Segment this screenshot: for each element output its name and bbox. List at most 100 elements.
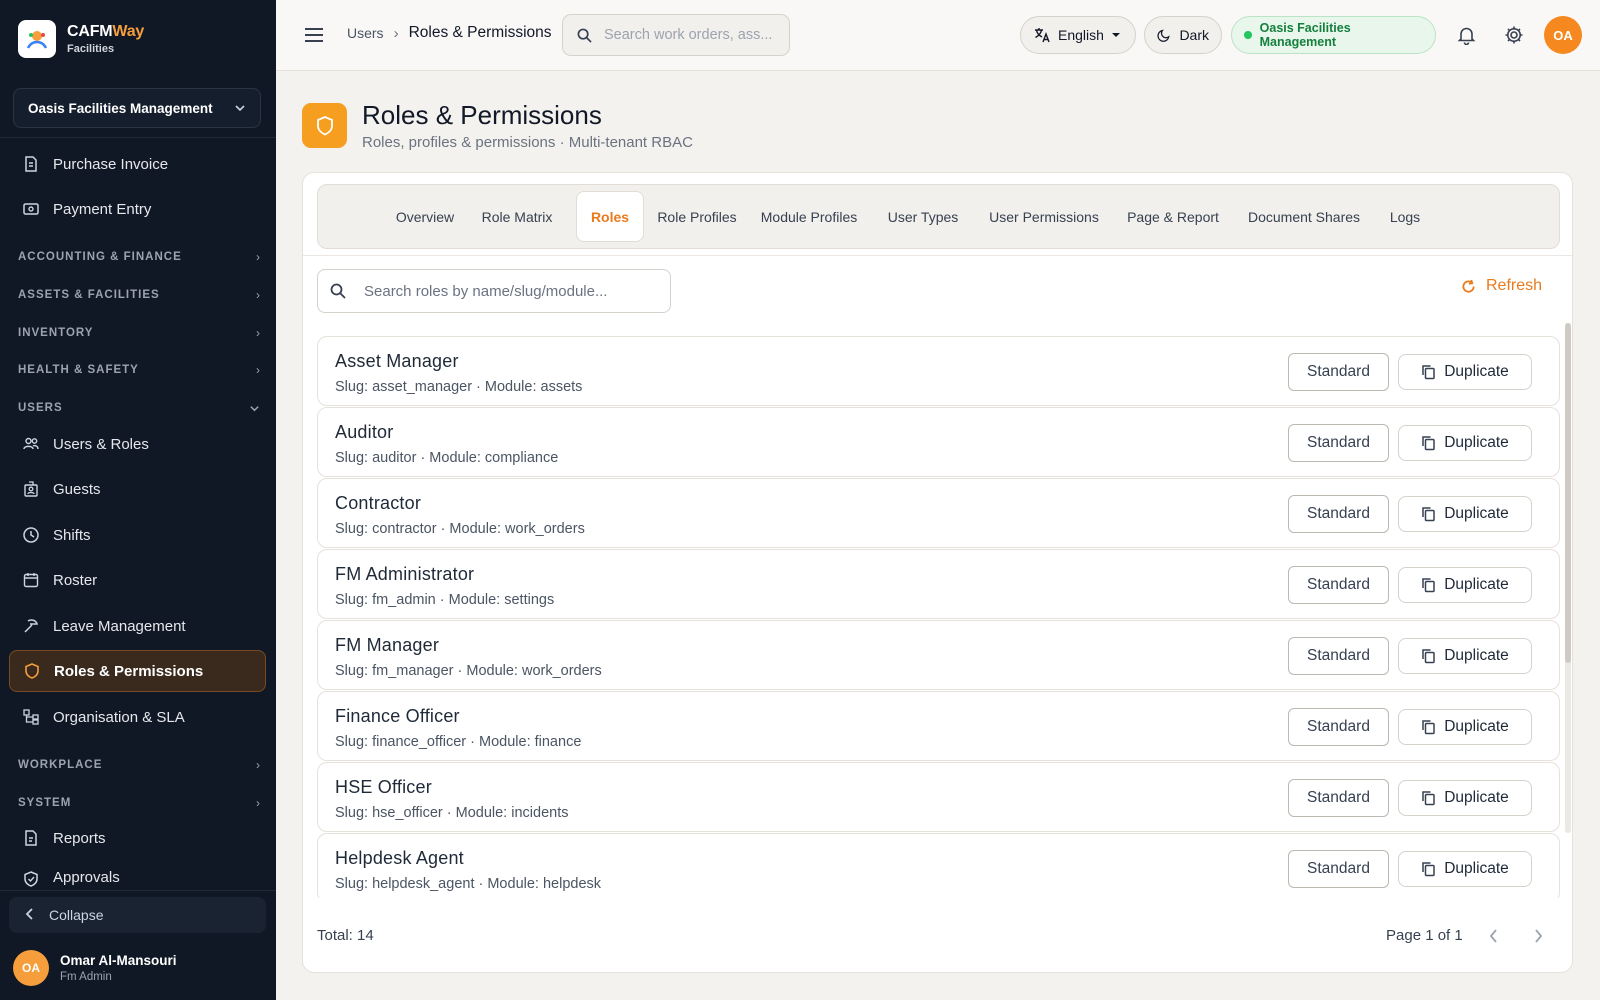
tab-overview[interactable]: Overview	[386, 191, 464, 242]
gear-icon[interactable]	[1503, 24, 1525, 46]
chevron-left-icon	[1489, 929, 1497, 943]
duplicate-button[interactable]: Duplicate	[1398, 709, 1532, 745]
roles-list-scrollbar[interactable]	[1565, 323, 1571, 833]
sidebar-section-health-safety[interactable]: HEALTH & SAFETY ›	[18, 360, 260, 380]
page-shield-icon	[302, 103, 347, 148]
chevron-right-icon: ›	[256, 363, 260, 377]
sidebar-item-guests[interactable]: Guests	[9, 468, 266, 510]
tab-document-shares[interactable]: Document Shares	[1240, 191, 1368, 242]
standard-button[interactable]: Standard	[1288, 708, 1389, 746]
sidebar-section-users[interactable]: USERS	[18, 398, 260, 418]
list-item[interactable]: Auditor Slug: auditor · Module: complian…	[317, 407, 1560, 477]
standard-button[interactable]: Standard	[1288, 850, 1389, 888]
sidebar-item-approvals[interactable]: Approvals	[9, 863, 266, 889]
clock-icon	[21, 525, 41, 545]
collapse-button[interactable]: Collapse	[9, 897, 266, 933]
tab-module-profiles[interactable]: Module Profiles	[754, 191, 864, 242]
sidebar-section-inventory[interactable]: INVENTORY ›	[18, 323, 260, 343]
tab-roles[interactable]: Roles	[576, 191, 644, 242]
brand-name: CAFM	[67, 22, 113, 40]
sidebar-section-assets[interactable]: ASSETS & FACILITIES ›	[18, 285, 260, 305]
breadcrumb-users[interactable]: Users	[347, 25, 384, 41]
refresh-button[interactable]: Refresh	[1461, 277, 1542, 295]
list-item[interactable]: FM Administrator Slug: fm_admin · Module…	[317, 549, 1560, 619]
duplicate-label: Duplicate	[1444, 647, 1509, 664]
tab-bar: Overview Role Matrix Roles Role Profiles…	[317, 184, 1560, 249]
role-meta: Slug: contractor · Module: work_orders	[335, 521, 585, 537]
tab-page-report[interactable]: Page & Report	[1121, 191, 1225, 242]
brand-sub: Facilities	[67, 42, 115, 55]
language-select[interactable]: English	[1020, 16, 1136, 54]
sidebar-item-roles-permissions[interactable]: Roles & Permissions	[9, 650, 266, 692]
invoice-icon	[21, 154, 41, 174]
sidebar-item-reports[interactable]: Reports	[9, 817, 266, 859]
refresh-icon	[1462, 279, 1475, 293]
role-meta: Slug: hse_officer · Module: incidents	[335, 805, 569, 821]
list-item[interactable]: Helpdesk Agent Slug: helpdesk_agent · Mo…	[317, 833, 1560, 898]
sidebar-item-shifts[interactable]: Shifts	[9, 514, 266, 556]
sidebar-section-workplace[interactable]: WORKPLACE ›	[18, 755, 260, 775]
list-item[interactable]: Finance Officer Slug: finance_officer · …	[317, 691, 1560, 761]
standard-button[interactable]: Standard	[1288, 779, 1389, 817]
roles-search-input[interactable]: Search roles by name/slug/module...	[317, 269, 671, 313]
duplicate-button[interactable]: Duplicate	[1398, 851, 1532, 887]
sidebar-item-users-roles[interactable]: Users & Roles	[9, 423, 266, 465]
users-icon	[21, 434, 41, 454]
sidebar-item-organisation-sla[interactable]: Organisation & SLA	[9, 696, 266, 738]
list-item[interactable]: Asset Manager Slug: asset_manager · Modu…	[317, 336, 1560, 406]
sidebar-item-label: Leave Management	[53, 617, 186, 635]
sidebar-item-label: Payment Entry	[53, 200, 152, 218]
list-item[interactable]: HSE Officer Slug: hse_officer · Module: …	[317, 762, 1560, 832]
scrollbar-thumb[interactable]	[1565, 323, 1571, 663]
tab-user-types[interactable]: User Types	[882, 191, 964, 242]
sidebar-section-accounting[interactable]: ACCOUNTING & FINANCE ›	[18, 247, 260, 267]
copy-icon	[1422, 720, 1435, 735]
duplicate-button[interactable]: Duplicate	[1398, 567, 1532, 603]
user-name: Omar Al-Mansouri	[60, 953, 177, 968]
brand-name-accent: Way	[112, 22, 145, 40]
standard-button[interactable]: Standard	[1288, 424, 1389, 462]
prev-page-button[interactable]	[1482, 925, 1504, 947]
duplicate-button[interactable]: Duplicate	[1398, 780, 1532, 816]
topbar: Users › Roles & Permissions Search work …	[276, 0, 1600, 71]
duplicate-button[interactable]: Duplicate	[1398, 496, 1532, 532]
sidebar-divider	[0, 890, 276, 891]
standard-button[interactable]: Standard	[1288, 637, 1389, 675]
org-badge[interactable]: Oasis Facilities Management	[1231, 16, 1436, 54]
list-item[interactable]: FM Manager Slug: fm_manager · Module: wo…	[317, 620, 1560, 690]
sidebar-item-purchase-invoice[interactable]: Purchase Invoice	[9, 143, 266, 185]
copy-icon	[1422, 862, 1435, 877]
copy-icon	[1422, 436, 1435, 451]
sidebar-item-payment-entry[interactable]: Payment Entry	[9, 188, 266, 230]
page-indicator: Page 1 of 1	[1386, 927, 1463, 944]
sidebar: CAFMWay Facilities Oasis Facilities Mana…	[0, 0, 276, 1000]
list-item[interactable]: Contractor Slug: contractor · Module: wo…	[317, 478, 1560, 548]
duplicate-label: Duplicate	[1444, 434, 1509, 451]
theme-toggle[interactable]: Dark	[1144, 16, 1222, 54]
standard-button[interactable]: Standard	[1288, 495, 1389, 533]
menu-icon[interactable]	[304, 25, 324, 45]
standard-button[interactable]: Standard	[1288, 353, 1389, 391]
tab-role-profiles[interactable]: Role Profiles	[651, 191, 743, 242]
duplicate-button[interactable]: Duplicate	[1398, 425, 1532, 461]
sidebar-item-leave-management[interactable]: Leave Management	[9, 605, 266, 647]
brand[interactable]: CAFMWay Facilities	[18, 20, 144, 58]
sidebar-section-system[interactable]: SYSTEM ›	[18, 793, 260, 813]
bell-icon[interactable]	[1455, 24, 1477, 46]
standard-button[interactable]: Standard	[1288, 566, 1389, 604]
org-select[interactable]: Oasis Facilities Management	[13, 88, 261, 128]
duplicate-button[interactable]: Duplicate	[1398, 354, 1532, 390]
roles-card: Overview Role Matrix Roles Role Profiles…	[302, 172, 1574, 973]
global-search-input[interactable]: Search work orders, ass...	[562, 14, 790, 56]
duplicate-button[interactable]: Duplicate	[1398, 638, 1532, 674]
role-name: Contractor	[335, 493, 422, 513]
current-user[interactable]: OA Omar Al-Mansouri Fm Admin	[13, 950, 177, 986]
translate-icon	[1035, 28, 1050, 43]
tab-logs[interactable]: Logs	[1380, 191, 1430, 242]
avatar[interactable]: OA	[1544, 16, 1582, 54]
tab-user-permissions[interactable]: User Permissions	[982, 191, 1106, 242]
sidebar-item-label: Reports	[53, 829, 106, 847]
tab-role-matrix[interactable]: Role Matrix	[471, 191, 563, 242]
next-page-button[interactable]	[1527, 925, 1549, 947]
sidebar-item-roster[interactable]: Roster	[9, 559, 266, 601]
